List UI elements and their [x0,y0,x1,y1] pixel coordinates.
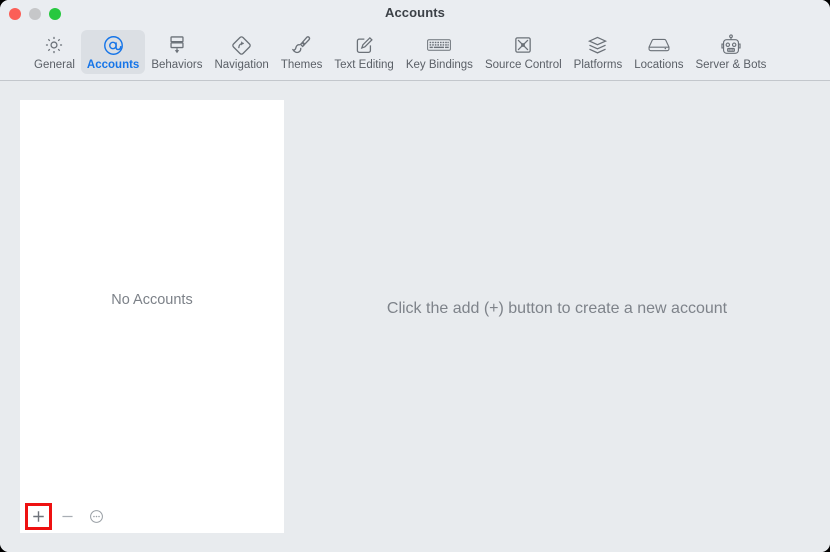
add-account-button[interactable] [25,503,52,530]
keyboard-icon [426,33,452,57]
window-titlebar: Accounts [0,0,830,28]
plus-icon [33,511,44,522]
no-accounts-label: No Accounts [111,292,193,308]
tab-locations[interactable]: Locations [628,30,689,74]
tab-label: Platforms [573,59,623,71]
tab-label: Themes [280,59,323,71]
robot-icon [720,33,742,57]
minus-icon [62,515,73,518]
tab-label: Server & Bots [695,59,767,71]
tab-themes[interactable]: Themes [275,30,329,74]
tab-label: Navigation [214,59,269,71]
source-control-icon [512,33,534,57]
navigation-diamond-arrow-icon [230,33,253,57]
preferences-toolbar: General Accounts Behaviors Navigation Th… [0,28,830,81]
accounts-list-panel: No Accounts [20,100,284,533]
layers-icon [586,33,609,57]
account-options-button[interactable] [87,507,106,526]
tab-platforms[interactable]: Platforms [568,30,629,74]
behaviors-icon [166,33,188,57]
tab-source-control[interactable]: Source Control [479,30,568,74]
tab-label: Locations [634,59,684,71]
tab-accounts[interactable]: Accounts [80,30,146,74]
tab-behaviors[interactable]: Behaviors [145,30,208,74]
harddisk-icon [647,33,671,57]
preferences-content: No Accounts Click the add (+) button to … [0,82,830,552]
accounts-list-footer [20,500,284,533]
account-detail-pane: Click the add (+) button to create a new… [284,82,830,552]
preferences-window: Accounts General Accounts Behaviors Navi… [0,0,830,552]
tab-label: Text Editing [334,59,394,71]
tab-label: Key Bindings [405,59,473,71]
remove-account-button[interactable] [58,507,77,526]
tab-label: Accounts [86,59,140,71]
at-sign-icon [102,33,125,57]
tab-general[interactable]: General [28,30,81,74]
gear-icon [43,33,65,57]
tab-navigation[interactable]: Navigation [208,30,274,74]
tab-server-and-bots[interactable]: Server & Bots [689,30,772,74]
tab-text-editing[interactable]: Text Editing [328,30,399,74]
ellipsis-circle-icon [90,510,103,523]
tab-key-bindings[interactable]: Key Bindings [400,30,479,74]
empty-state-message: Click the add (+) button to create a new… [386,300,728,317]
tab-label: Source Control [484,59,562,71]
paintbrush-icon [290,33,313,57]
tab-label: Behaviors [151,59,203,71]
pencil-square-icon [353,33,375,57]
window-title: Accounts [384,5,446,20]
tab-label: General [34,59,75,71]
